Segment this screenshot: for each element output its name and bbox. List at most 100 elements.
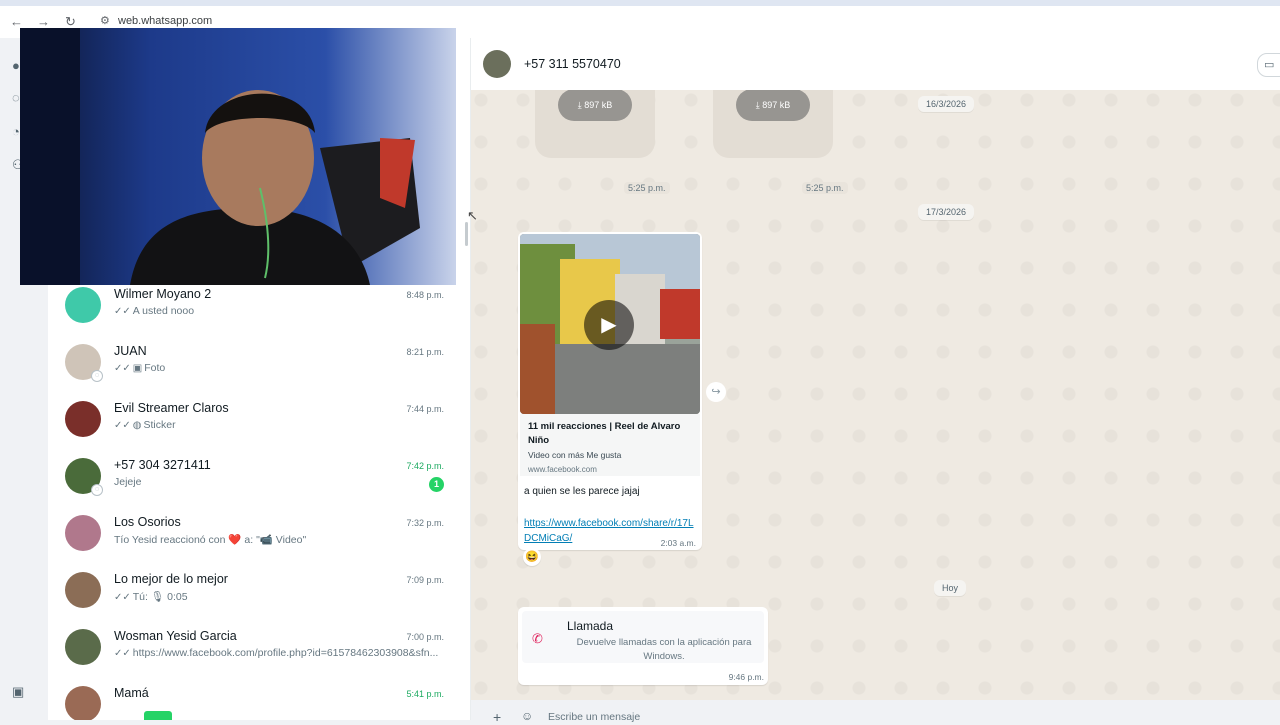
chat-time: 5:41 p.m. bbox=[406, 689, 444, 699]
chat-time: 7:42 p.m. bbox=[406, 461, 444, 471]
avatar[interactable] bbox=[65, 629, 101, 665]
sticker-icon: ◍ bbox=[132, 420, 142, 431]
chat-list-item[interactable]: Los Osorios Tío Yesid reaccionó con ❤️ a:… bbox=[48, 509, 470, 566]
message-time: 2:03 a.m. bbox=[660, 538, 696, 548]
status-update-icon: ◌ bbox=[91, 370, 103, 382]
chat-header[interactable]: +57 311 5570470 ▭ bbox=[471, 38, 1280, 91]
chat-list-item[interactable]: Mamá 5:41 p.m. bbox=[48, 680, 470, 720]
call-title: Llamada bbox=[567, 619, 614, 633]
chat-preview-text: https://www.facebook.com/profile.php?id=… bbox=[132, 647, 439, 659]
chat-name: Los Osorios bbox=[114, 515, 181, 529]
chat-preview-text: Sticker bbox=[143, 419, 176, 431]
chat-list-item[interactable]: Evil Streamer Claros ✓✓ ◍ Sticker 7:44 p.m. bbox=[48, 395, 470, 452]
chat-list-item[interactable]: ◌ +57 304 3271411 Jejeje 7:42 p.m. 1 bbox=[48, 452, 470, 509]
message-reaction[interactable]: 😆 bbox=[523, 548, 541, 566]
file-size: 897 kB bbox=[584, 100, 613, 110]
link-preview-domain: www.facebook.com bbox=[528, 465, 597, 474]
video-call-button[interactable]: ▭ bbox=[1257, 53, 1280, 77]
site-info-icon[interactable]: ⚙ bbox=[100, 14, 110, 27]
message-text: a quien se les parece jajaj bbox=[524, 486, 640, 497]
chat-name: +57 304 3271411 bbox=[114, 458, 211, 472]
link-preview[interactable]: 11 mil reacciones | Reel de Alvaro Niño … bbox=[520, 414, 700, 476]
message-composer: + ☺ Escribe un mensaje bbox=[471, 700, 1280, 725]
video-thumbnail[interactable]: ▶ bbox=[520, 234, 700, 414]
date-divider: 16/3/2026 bbox=[918, 96, 975, 112]
chat-name: Mamá bbox=[114, 686, 149, 700]
missed-call-icon: ✆ bbox=[532, 631, 543, 646]
read-ticks-icon: ✓✓ bbox=[114, 306, 131, 317]
message-time: 5:25 p.m. bbox=[802, 182, 848, 194]
forward-icon[interactable]: ↪ bbox=[706, 382, 726, 402]
chat-name: Lo mejor de lo mejor bbox=[114, 572, 228, 586]
chat-preview: ✓✓ Tú: 🎙 0:05 bbox=[114, 590, 188, 603]
download-button[interactable]: ⤓ 897 kB bbox=[558, 90, 632, 121]
chat-preview: Jejeje bbox=[114, 476, 141, 488]
video-call-icon: ▭ bbox=[1264, 59, 1275, 71]
read-ticks-icon: ✓✓ bbox=[114, 648, 131, 659]
chat-preview: ✓✓ https://www.facebook.com/profile.php?i… bbox=[114, 647, 438, 659]
chat-list-item[interactable]: Wilmer Moyano 2 ✓✓ A usted nooo 8:48 p.m. bbox=[48, 281, 470, 338]
contact-avatar[interactable] bbox=[483, 50, 511, 78]
back-icon[interactable]: ← bbox=[10, 14, 23, 29]
mouse-cursor-icon: ↖ bbox=[467, 208, 478, 223]
contact-title[interactable]: +57 311 5570470 bbox=[524, 57, 621, 71]
chat-preview: ✓✓ ▣ Foto bbox=[114, 362, 165, 374]
chat-preview: Tío Yesid reaccionó con ❤️ a: "📹 Video" bbox=[114, 533, 306, 546]
chats-icon[interactable]: ● bbox=[12, 58, 20, 73]
message-input[interactable]: Escribe un mensaje bbox=[548, 711, 640, 723]
chat-preview: ✓✓ ◍ Sticker bbox=[114, 419, 176, 431]
address-bar[interactable]: web.whatsapp.com bbox=[118, 15, 212, 27]
call-info: ✆ Llamada Devuelve llamadas con la aplic… bbox=[522, 611, 764, 663]
download-button[interactable]: ⤓ 897 kB bbox=[736, 90, 810, 121]
webcam-image bbox=[20, 28, 456, 285]
chat-list-item[interactable]: Wosman Yesid Garcia ✓✓ https://www.faceboo… bbox=[48, 623, 470, 680]
forward-icon[interactable]: → bbox=[37, 14, 50, 29]
status-icon[interactable]: ◌ bbox=[12, 90, 20, 105]
chat-list: Wilmer Moyano 2 ✓✓ A usted nooo 8:48 p.m. ◌ J… bbox=[48, 281, 470, 720]
chat-preview-text: Tú: 🎙 0:05 bbox=[132, 591, 188, 603]
chat-preview-text: Jejeje bbox=[114, 476, 142, 488]
channels-icon[interactable]: ◔ bbox=[12, 124, 20, 139]
browser-tab-strip bbox=[0, 0, 1280, 6]
chat-list-item[interactable]: Lo mejor de lo mejor ✓✓ Tú: 🎙 0:05 7:09 p.m… bbox=[48, 566, 470, 623]
chat-name: Wosman Yesid Garcia bbox=[114, 629, 237, 643]
link-preview-title: 11 mil reacciones | Reel de Alvaro Niño bbox=[528, 421, 681, 446]
panel-resize-handle[interactable] bbox=[465, 222, 468, 246]
chat-time: 8:21 p.m. bbox=[406, 347, 444, 357]
avatar[interactable] bbox=[65, 515, 101, 551]
chat-preview-text: A usted nooo bbox=[132, 305, 195, 317]
play-icon[interactable]: ▶ bbox=[584, 300, 634, 350]
attach-icon[interactable]: + bbox=[493, 709, 501, 725]
chat-name: Wilmer Moyano 2 bbox=[114, 287, 212, 301]
read-ticks-icon: ✓✓ bbox=[114, 592, 131, 603]
chat-time: 7:44 p.m. bbox=[406, 404, 444, 414]
chat-preview-text: Foto bbox=[144, 362, 166, 374]
avatar[interactable] bbox=[65, 287, 101, 323]
chat-time: 7:09 p.m. bbox=[406, 575, 444, 585]
chat-preview: ✓✓ A usted nooo bbox=[114, 305, 194, 317]
chat-time: 7:32 p.m. bbox=[406, 518, 444, 528]
unread-badge: 1 bbox=[429, 477, 444, 492]
read-ticks-icon: ✓✓ bbox=[114, 363, 131, 374]
read-ticks-icon: ✓✓ bbox=[114, 420, 131, 431]
media-icon[interactable]: ▣ bbox=[12, 684, 24, 700]
emoji-icon[interactable]: ☺ bbox=[521, 709, 533, 723]
chat-preview-text: Tío Yesid reaccionó con ❤️ a: "📹 Video" bbox=[114, 534, 307, 546]
chat-name: JUAN bbox=[114, 344, 147, 358]
incoming-message[interactable]: ▶ 11 mil reacciones | Reel de Alvaro Niñ… bbox=[518, 232, 702, 550]
link-preview-description: Video con más Me gusta bbox=[528, 450, 622, 460]
photo-icon: ▣ bbox=[132, 363, 143, 374]
avatar[interactable] bbox=[65, 686, 101, 720]
chat-list-item[interactable]: ◌ JUAN ✓✓ ▣ Foto 8:21 p.m. bbox=[48, 338, 470, 395]
call-message[interactable]: ✆ Llamada Devuelve llamadas con la aplic… bbox=[518, 607, 768, 685]
chat-time: 8:48 p.m. bbox=[406, 290, 444, 300]
date-divider: Hoy bbox=[934, 580, 967, 596]
chat-time: 7:00 p.m. bbox=[406, 632, 444, 642]
webcam-overlay bbox=[20, 28, 456, 285]
avatar[interactable] bbox=[65, 401, 101, 437]
chat-name: Evil Streamer Claros bbox=[114, 401, 229, 415]
message-time: 5:25 p.m. bbox=[624, 182, 670, 194]
message-time: 9:46 p.m. bbox=[728, 672, 764, 682]
date-divider: 17/3/2026 bbox=[918, 204, 975, 220]
avatar[interactable] bbox=[65, 572, 101, 608]
